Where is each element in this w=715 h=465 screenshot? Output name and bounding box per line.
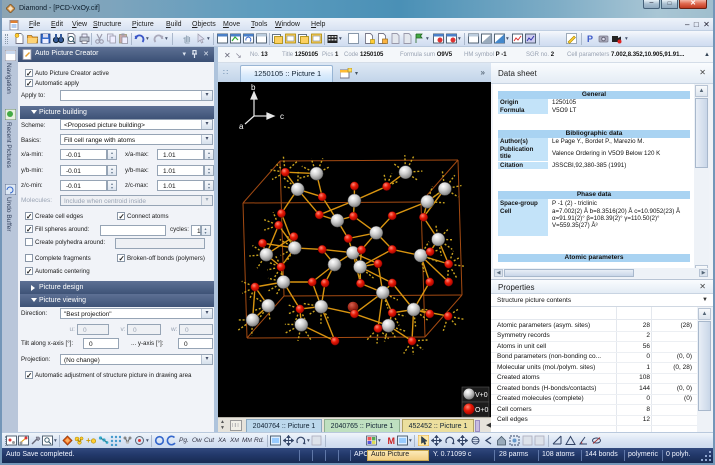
svg-text:M: M xyxy=(388,436,396,446)
svg-text:P: P xyxy=(587,34,593,44)
svg-text:V+0: V+0 xyxy=(475,392,488,399)
svg-text:a: a xyxy=(239,122,244,131)
svg-text:+: + xyxy=(86,436,91,445)
svg-text:b: b xyxy=(251,83,256,92)
svg-text:O+0: O+0 xyxy=(475,407,489,414)
svg-text:c: c xyxy=(280,112,284,121)
